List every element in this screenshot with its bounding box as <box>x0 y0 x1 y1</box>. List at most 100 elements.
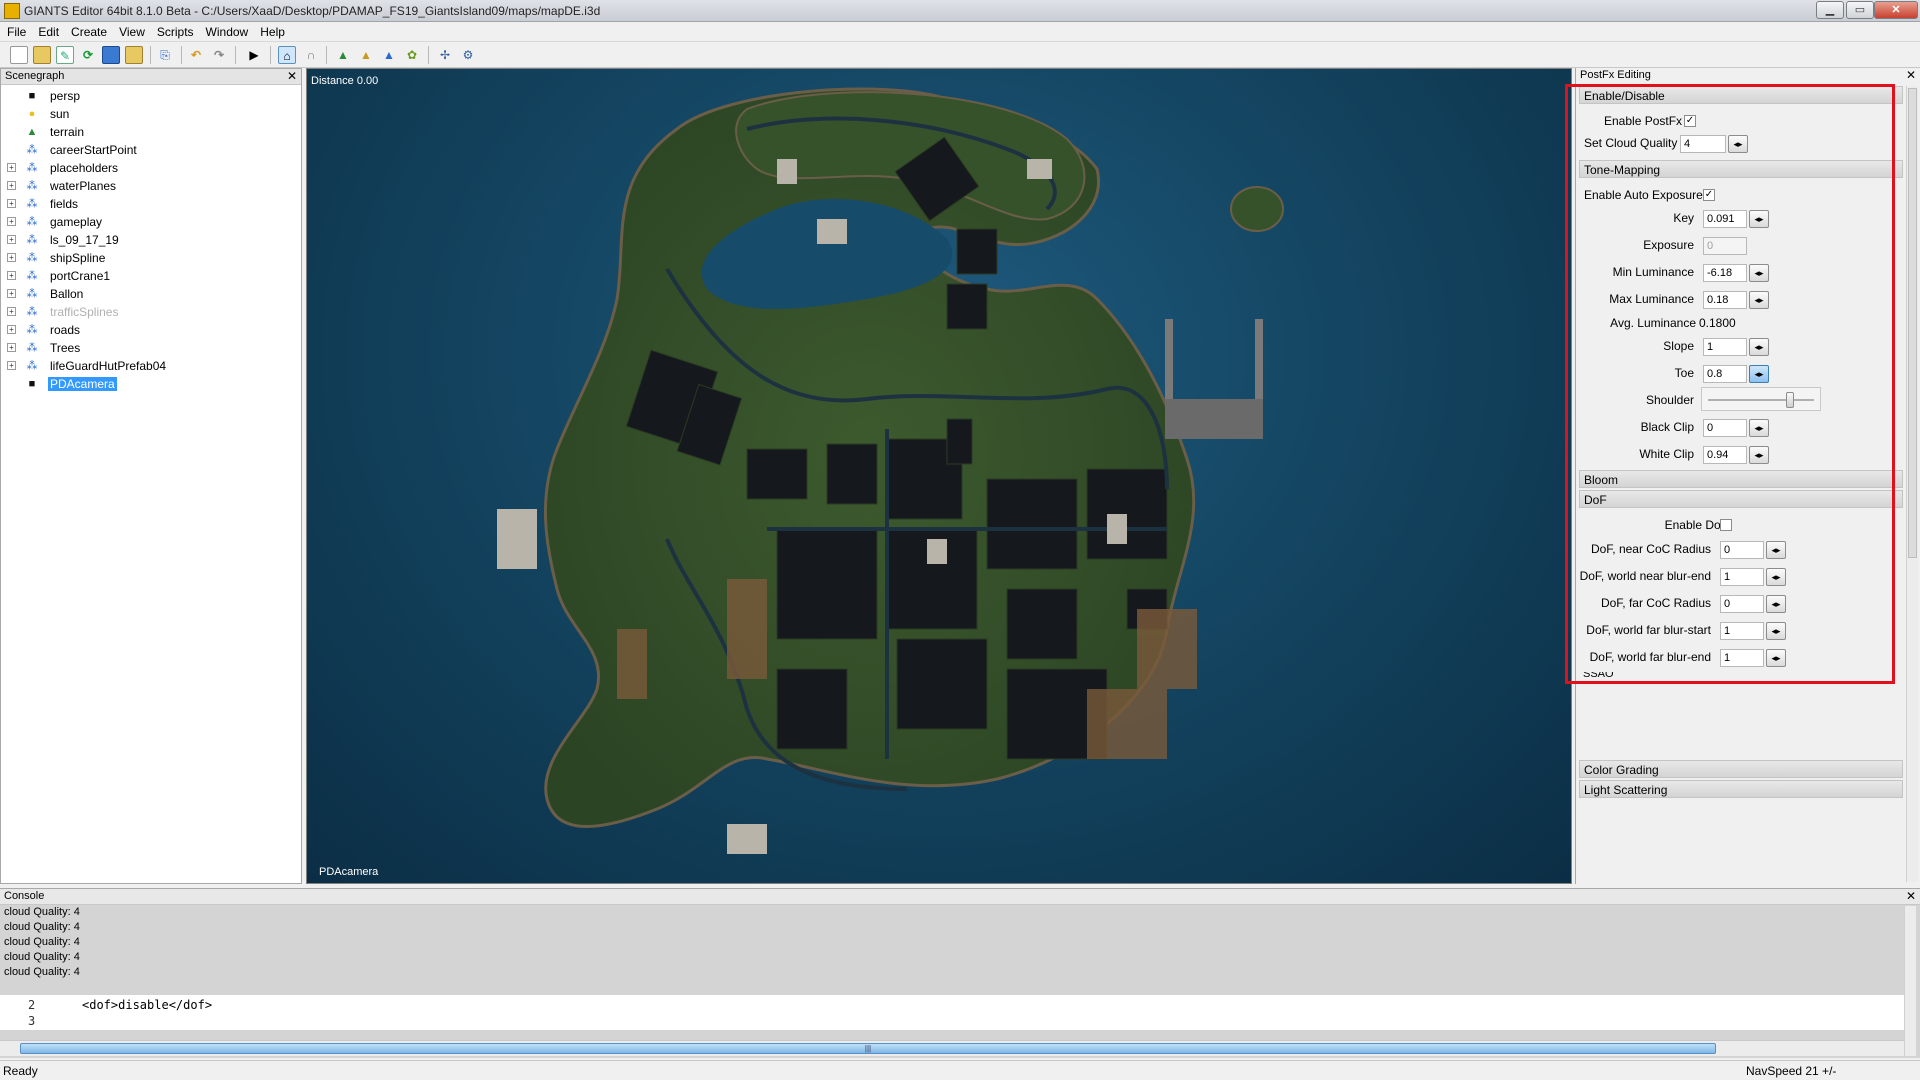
decoration-icon[interactable]: ✿ <box>403 46 421 64</box>
section-ssao[interactable]: SSAO <box>1579 672 1903 680</box>
key-input[interactable]: 0.091 <box>1703 210 1747 228</box>
slope-spinner[interactable]: ◂▸ <box>1749 338 1769 356</box>
maximize-button[interactable]: ▭ <box>1846 1 1874 19</box>
enable-dof-checkbox[interactable] <box>1720 519 1732 531</box>
section-color-grading[interactable]: Color Grading <box>1579 760 1903 778</box>
expand-icon[interactable]: + <box>7 235 16 244</box>
scrollbar-thumb[interactable] <box>1908 88 1917 558</box>
max-luminance-spinner[interactable]: ◂▸ <box>1749 291 1769 309</box>
dof-near-coc-spinner[interactable]: ◂▸ <box>1766 541 1786 559</box>
expand-icon[interactable]: + <box>7 217 16 226</box>
dof-world-far-start-label: DoF, world far blur-start <box>1586 623 1711 637</box>
min-luminance-spinner[interactable]: ◂▸ <box>1749 264 1769 282</box>
shoulder-slider[interactable] <box>1701 387 1821 411</box>
settings-icon[interactable]: ⚙ <box>459 46 477 64</box>
toolbar-separator <box>270 46 271 64</box>
expand-icon[interactable]: + <box>7 181 16 190</box>
scrollbar-thumb[interactable]: ||| <box>20 1043 1716 1054</box>
expand-icon[interactable]: + <box>7 307 16 316</box>
tree-item-label: careerStartPoint <box>50 143 137 157</box>
toe-input[interactable]: 0.8 <box>1703 365 1747 383</box>
close-icon[interactable]: ✕ <box>287 69 297 83</box>
avg-luminance-value: 0.1800 <box>1699 316 1736 330</box>
toolbar-separator <box>181 46 182 64</box>
navigate-icon[interactable]: ✢ <box>436 46 454 64</box>
close-window-button[interactable]: ✕ <box>1874 1 1918 19</box>
expand-icon[interactable]: + <box>7 289 16 298</box>
section-enable-disable[interactable]: Enable/Disable <box>1579 86 1903 104</box>
undo-icon[interactable]: ↶ <box>187 46 205 64</box>
import-icon[interactable]: ⎘ <box>156 46 174 64</box>
menu-file[interactable]: File <box>0 22 31 39</box>
section-tone-mapping[interactable]: Tone-Mapping <box>1579 160 1903 178</box>
camera-icon: ■ <box>28 378 36 390</box>
white-clip-input[interactable]: 0.94 <box>1703 446 1747 464</box>
transform-group-icon: ⁂ <box>26 360 38 372</box>
new-file-icon[interactable] <box>10 46 28 64</box>
nav-speed-readout: NavSpeed 21 +/- <box>1746 1064 1837 1078</box>
expand-icon[interactable]: + <box>7 325 16 334</box>
black-clip-input[interactable]: 0 <box>1703 419 1747 437</box>
expand-icon[interactable]: + <box>7 199 16 208</box>
log-line: cloud Quality: 4 <box>4 966 80 978</box>
menu-help[interactable]: Help <box>253 22 290 39</box>
dof-world-far-end-input[interactable]: 1 <box>1720 649 1764 667</box>
foliage-paint-icon[interactable]: ▲ <box>380 46 398 64</box>
section-bloom[interactable]: Bloom <box>1579 470 1903 488</box>
menu-create[interactable]: Create <box>64 22 112 39</box>
dof-world-near-input[interactable]: 1 <box>1720 568 1764 586</box>
expand-icon[interactable]: + <box>7 253 16 262</box>
postfx-scrollbar[interactable] <box>1906 86 1918 882</box>
export-icon[interactable] <box>125 46 143 64</box>
close-icon[interactable]: ✕ <box>1906 68 1916 82</box>
dof-world-far-end-spinner[interactable]: ◂▸ <box>1766 649 1786 667</box>
terrain-sculpt-icon[interactable]: ▲ <box>334 46 352 64</box>
slope-input[interactable]: 1 <box>1703 338 1747 356</box>
section-light-scattering[interactable]: Light Scattering <box>1579 780 1903 798</box>
magnet-icon[interactable]: ∩ <box>302 46 320 64</box>
dof-far-coc-input[interactable]: 0 <box>1720 595 1764 613</box>
console-scrollbar[interactable] <box>1904 906 1916 1056</box>
reload-icon[interactable]: ⟳ <box>79 46 97 64</box>
save-icon[interactable] <box>102 46 120 64</box>
open-file-icon[interactable] <box>33 46 51 64</box>
auto-exposure-checkbox[interactable]: ✓ <box>1703 189 1715 201</box>
expand-icon[interactable]: + <box>7 271 16 280</box>
expand-icon[interactable]: + <box>7 163 16 172</box>
menu-window[interactable]: Window <box>199 22 254 39</box>
cloud-quality-input[interactable]: 4 <box>1680 135 1726 153</box>
dof-world-far-start-input[interactable]: 1 <box>1720 622 1764 640</box>
play-icon[interactable]: ▶ <box>245 46 263 64</box>
script-editor[interactable]: 2 <dof>disable</dof> 3 <box>0 995 1904 1030</box>
3d-viewport[interactable]: Distance 0.00 PDAcamera <box>306 68 1572 884</box>
expand-icon[interactable]: + <box>7 343 16 352</box>
code-line[interactable]: <dof>disable</dof> <box>82 998 212 1012</box>
redo-icon[interactable]: ↷ <box>210 46 228 64</box>
log-line: cloud Quality: 4 <box>4 951 80 963</box>
horizontal-scrollbar[interactable]: ||| <box>0 1040 1904 1056</box>
slider-handle[interactable] <box>1786 392 1794 408</box>
auto-exposure-label: Enable Auto Exposure <box>1584 188 1703 202</box>
edit-file-icon[interactable]: ✎ <box>56 46 74 64</box>
cloud-quality-spinner[interactable]: ◂▸ <box>1728 135 1748 153</box>
menu-edit[interactable]: Edit <box>31 22 64 39</box>
expand-icon[interactable]: + <box>7 361 16 370</box>
dof-far-coc-spinner[interactable]: ◂▸ <box>1766 595 1786 613</box>
section-dof[interactable]: DoF <box>1579 490 1903 508</box>
menu-scripts[interactable]: Scripts <box>150 22 199 39</box>
white-clip-spinner[interactable]: ◂▸ <box>1749 446 1769 464</box>
enable-postfx-checkbox[interactable]: ✓ <box>1684 115 1696 127</box>
dof-world-far-start-spinner[interactable]: ◂▸ <box>1766 622 1786 640</box>
dof-world-near-spinner[interactable]: ◂▸ <box>1766 568 1786 586</box>
menu-view[interactable]: View <box>112 22 150 39</box>
close-icon[interactable]: ✕ <box>1906 889 1916 903</box>
select-mode-icon[interactable]: ⌂ <box>278 46 296 64</box>
dof-near-coc-input[interactable]: 0 <box>1720 541 1764 559</box>
min-luminance-input[interactable]: -6.18 <box>1703 264 1747 282</box>
minimize-button[interactable]: ▁ <box>1816 1 1844 19</box>
key-spinner[interactable]: ◂▸ <box>1749 210 1769 228</box>
black-clip-spinner[interactable]: ◂▸ <box>1749 419 1769 437</box>
max-luminance-input[interactable]: 0.18 <box>1703 291 1747 309</box>
toe-spinner[interactable]: ◂▸ <box>1749 365 1769 383</box>
terrain-paint-icon[interactable]: ▲ <box>357 46 375 64</box>
